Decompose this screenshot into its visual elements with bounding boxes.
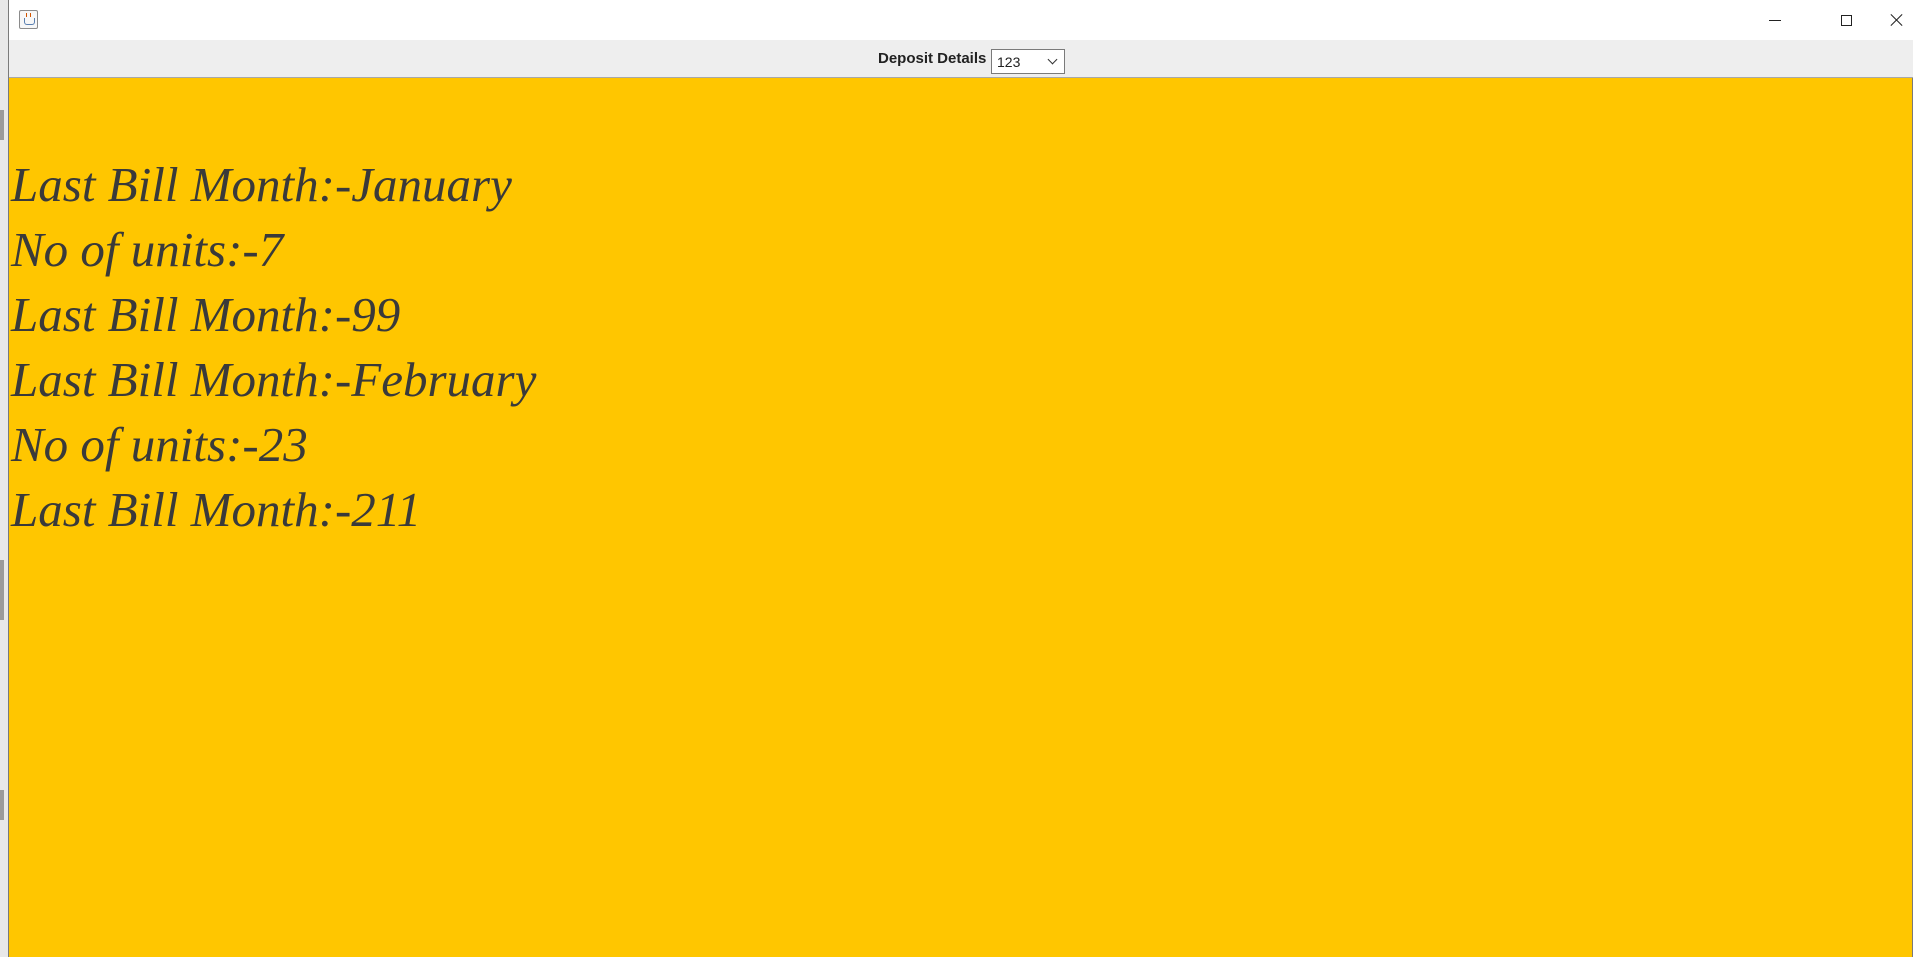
close-icon: [1890, 13, 1904, 27]
bill-detail-line: Last Bill Month:-January: [11, 157, 512, 212]
deposit-details-label: Deposit Details: [878, 50, 987, 67]
background-window-edge: [0, 110, 4, 140]
deposit-select[interactable]: 123: [991, 49, 1065, 74]
minimize-icon: [1769, 19, 1781, 21]
bill-details-list: Last Bill Month:-January No of units:-7 …: [11, 152, 536, 542]
steam-icon-detail: [26, 13, 31, 17]
title-bar[interactable]: [9, 0, 1913, 40]
maximize-icon: [1840, 14, 1852, 26]
app-window: Deposit Details 123 Last Bill Month:-Jan…: [8, 0, 1913, 957]
close-button[interactable]: [1879, 0, 1913, 40]
minimize-button[interactable]: [1745, 0, 1805, 40]
bill-detail-line: Last Bill Month:-211: [11, 482, 422, 537]
maximize-button[interactable]: [1816, 0, 1876, 40]
bill-detail-line: No of units:-23: [11, 417, 308, 472]
background-window-edge: [0, 560, 4, 620]
deposit-toolbar: Deposit Details 123: [9, 40, 1913, 78]
desktop-background: [0, 0, 8, 957]
bill-detail-line: Last Bill Month:-99: [11, 287, 401, 342]
bill-detail-line: Last Bill Month:-February: [11, 352, 537, 407]
background-window-edge: [0, 790, 4, 820]
bill-details-panel: Last Bill Month:-January No of units:-7 …: [9, 78, 1913, 957]
java-app-icon[interactable]: [19, 10, 38, 29]
cup-icon-detail: [24, 18, 35, 25]
deposit-select-value: 123: [997, 54, 1021, 70]
chevron-down-icon: [1047, 54, 1058, 65]
bill-detail-line: No of units:-7: [11, 222, 284, 277]
